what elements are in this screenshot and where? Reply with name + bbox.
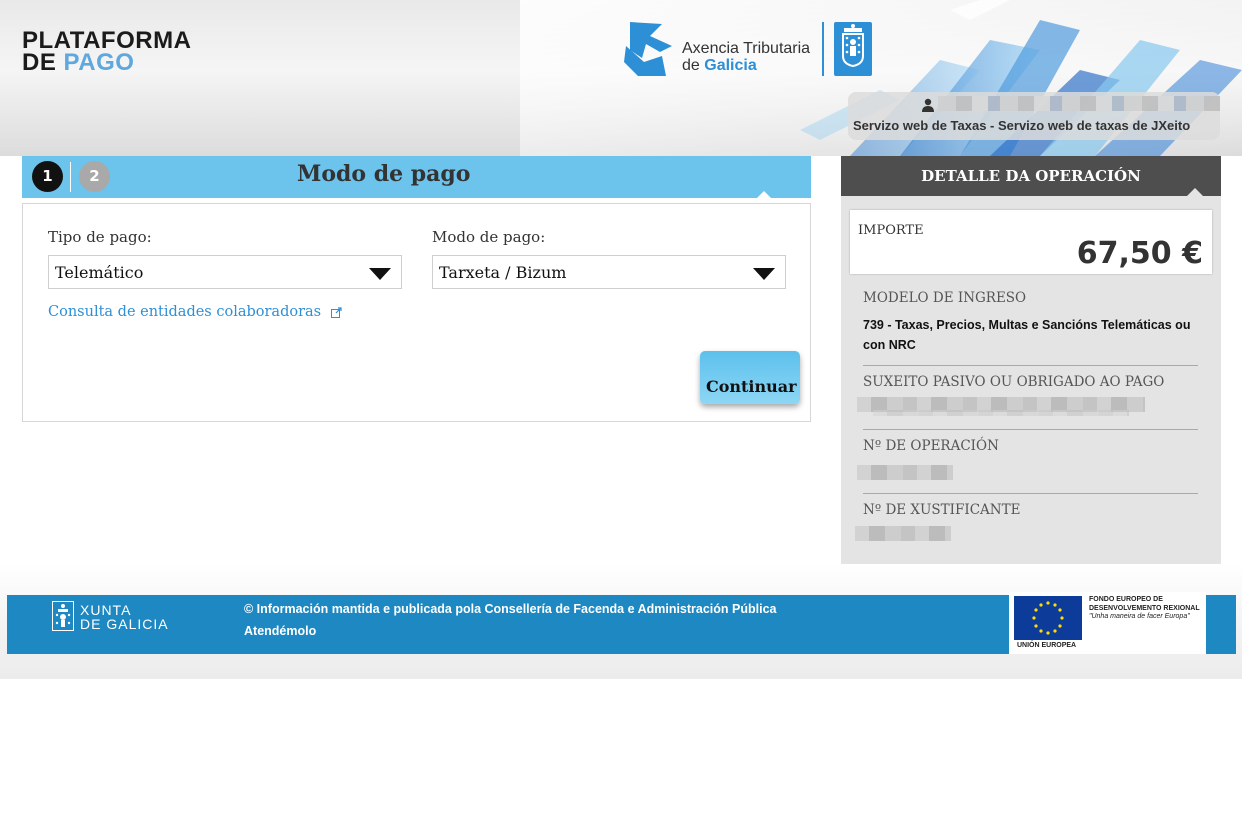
footer-copyright: © Información mantida e publicada pola C… xyxy=(244,602,777,616)
modo-pago-select[interactable]: Tarxeta / Bizum xyxy=(432,255,786,289)
page-header: PLATAFORMA DE PAGO Axencia Tributaria de… xyxy=(0,0,1242,156)
xunta-line2: DE GALICIA xyxy=(80,616,169,632)
service-name: Servizo web de Taxas - Servizo web de ta… xyxy=(853,118,1191,133)
suxeito-value-redacted-shadow xyxy=(873,410,1129,416)
amount-box: IMPORTE 67,50 € xyxy=(850,210,1212,274)
agency-line2-b: Galicia xyxy=(704,57,757,74)
user-info-box: Servizo web de Taxas - Servizo web de ta… xyxy=(848,92,1220,140)
chevron-down-icon xyxy=(753,268,775,280)
external-link-icon xyxy=(330,306,342,318)
agency-line1: Axencia Tributaria xyxy=(682,40,811,57)
modo-pago-label: Modo de pago: xyxy=(432,228,546,246)
divider xyxy=(863,365,1198,366)
amount-label: IMPORTE xyxy=(858,223,924,238)
agency-separator xyxy=(822,22,824,76)
modo-pago-value: Tarxeta / Bizum xyxy=(439,263,567,282)
eu-slogan: "Unha maneira de facer Europa" xyxy=(1089,613,1190,620)
operation-detail-panel: IMPORTE 67,50 € MODELO DE INGRESO 739 - … xyxy=(841,196,1221,564)
atendemolo-link[interactable]: Atendémolo xyxy=(244,624,316,638)
step-2-indicator: 2 xyxy=(79,161,110,192)
xunta-logo[interactable]: XUNTA DE GALICIA xyxy=(52,601,172,633)
payment-form-panel: Tipo de pago: Telemático Modo de pago: T… xyxy=(22,203,811,422)
eu-fund-logo: UNIÓN EUROPEA FONDO EUROPEO DE DESENVOLV… xyxy=(1009,592,1206,654)
xustificante-label: Nº DE XUSTIFICANTE xyxy=(863,502,1021,518)
tipo-pago-select[interactable]: Telemático xyxy=(48,255,402,289)
modelo-label: MODELO DE INGRESO xyxy=(863,290,1027,306)
page-footer: XUNTA DE GALICIA © Información mantida e… xyxy=(7,592,1236,654)
divider xyxy=(863,493,1198,494)
divider xyxy=(863,429,1198,430)
steps-bar: 1 2 Modo de pago xyxy=(22,156,811,199)
tipo-pago-value: Telemático xyxy=(55,263,144,282)
logo-line2-b: PAGO xyxy=(63,49,135,76)
detail-notch xyxy=(1187,188,1203,196)
step-1-indicator: 1 xyxy=(32,161,63,192)
agency-line2-a: de xyxy=(682,57,705,74)
amount-value: 67,50 € xyxy=(1076,236,1203,271)
chevron-down-icon xyxy=(369,268,391,280)
user-icon xyxy=(922,98,934,112)
xunta-line1: XUNTA xyxy=(80,602,132,618)
eu-flag-icon xyxy=(1014,596,1082,640)
page-title: Modo de pago xyxy=(297,161,471,187)
entidades-colaboradoras-link[interactable]: Consulta de entidades colaboradoras xyxy=(48,304,342,320)
tipo-pago-label: Tipo de pago: xyxy=(48,228,152,246)
eu-union-label: UNIÓN EUROPEA xyxy=(1017,642,1077,649)
eu-fund-name: FONDO EUROPEO DE DESENVOLVEMENTO REXIONA… xyxy=(1089,596,1200,612)
suxeito-label: SUXEITO PASIVO OU OBRIGADO AO PAGO xyxy=(863,374,1165,390)
agency-bird-icon xyxy=(624,22,672,76)
step-separator xyxy=(70,162,71,192)
operacion-value-redacted xyxy=(857,465,953,480)
steps-notch xyxy=(756,191,772,199)
xustificante-value-redacted xyxy=(855,526,951,541)
entidades-link-text: Consulta de entidades colaboradoras xyxy=(48,304,322,320)
galicia-shield-icon xyxy=(834,22,872,76)
logo-line2-a: DE xyxy=(22,49,64,76)
platform-logo[interactable]: PLATAFORMA DE PAGO xyxy=(22,29,191,76)
operacion-label: Nº DE OPERACIÓN xyxy=(863,438,999,454)
agency-logo[interactable]: Axencia Tributaria de Galicia xyxy=(622,22,872,78)
operation-detail-title: DETALLE DA OPERACIÓN xyxy=(921,167,1141,185)
user-name-redacted xyxy=(938,96,1220,111)
operation-detail-header: DETALLE DA OPERACIÓN xyxy=(841,156,1221,196)
xunta-shield-icon xyxy=(52,601,74,631)
modelo-value: 739 - Taxas, Precios, Multas e Sancións … xyxy=(863,318,1191,352)
continue-button[interactable]: Continuar xyxy=(700,351,800,404)
